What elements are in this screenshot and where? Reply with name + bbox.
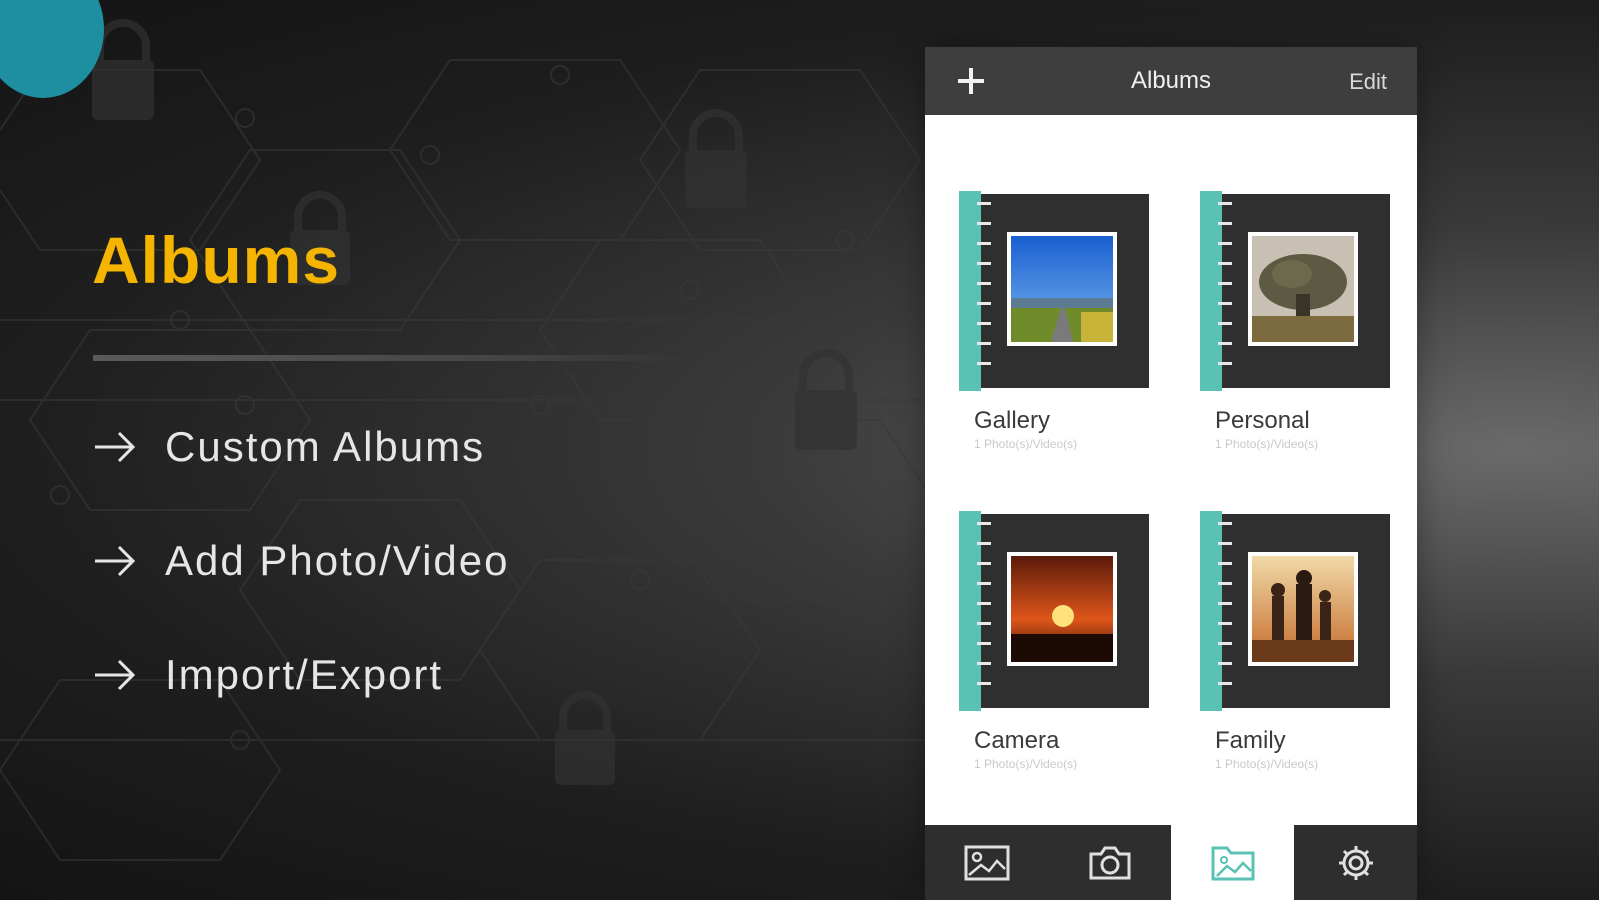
feature-label: Custom Albums (165, 423, 486, 470)
album-name: Family (1215, 727, 1286, 754)
arrow-right-icon (95, 545, 136, 577)
album-thumbnail (1248, 552, 1358, 666)
promo-title: Albums (92, 223, 341, 297)
gear-icon (1338, 845, 1373, 880)
sunset-image (1011, 556, 1113, 662)
feature-item: Add Photo/Video (93, 537, 510, 585)
album-rings (1218, 522, 1232, 702)
tab-bar (925, 825, 1417, 900)
album-cover (1200, 191, 1390, 391)
feature-label: Import/Export (165, 651, 444, 698)
arrow-right-icon (95, 431, 136, 463)
promo-divider (93, 355, 693, 361)
feature-item: Import/Export (93, 651, 443, 699)
album-thumbnail (1007, 552, 1117, 666)
album-thumbnail (1007, 232, 1117, 346)
tree-image (1252, 236, 1354, 342)
album-rings (977, 522, 991, 702)
family-image (1252, 556, 1354, 662)
feature-label: Add Photo/Video (165, 537, 510, 584)
album-cover (1200, 511, 1390, 711)
phone-screen: Albums Edit Gallery 1 Photo(s)/Video(s) … (925, 47, 1417, 900)
album-cover (959, 191, 1149, 391)
tab-camera[interactable] (1048, 825, 1171, 900)
album-count: 1 Photo(s)/Video(s) (1215, 757, 1319, 771)
album-count: 1 Photo(s)/Video(s) (974, 437, 1078, 451)
tab-albums[interactable] (1171, 825, 1294, 900)
tab-settings[interactable] (1294, 825, 1417, 900)
nav-bar: Albums Edit (925, 47, 1417, 115)
albums-folder-icon (1211, 846, 1254, 880)
album-count: 1 Photo(s)/Video(s) (1215, 437, 1319, 451)
album-cover (959, 511, 1149, 711)
photo-icon (964, 845, 1009, 880)
album-name: Gallery (974, 407, 1051, 434)
album-rings (1218, 202, 1232, 382)
arrow-right-icon (95, 659, 136, 691)
feature-item: Custom Albums (93, 423, 485, 471)
album-rings (977, 202, 991, 382)
camera-icon (1089, 846, 1130, 879)
tab-photos[interactable] (925, 825, 1048, 900)
album-thumbnail (1248, 232, 1358, 346)
album-name: Personal (1215, 407, 1310, 434)
edit-button[interactable]: Edit (1349, 69, 1387, 95)
nav-title: Albums (1130, 67, 1212, 94)
album-count: 1 Photo(s)/Video(s) (974, 757, 1078, 771)
album-name: Camera (974, 727, 1060, 754)
landscape-road-image (1011, 236, 1113, 342)
